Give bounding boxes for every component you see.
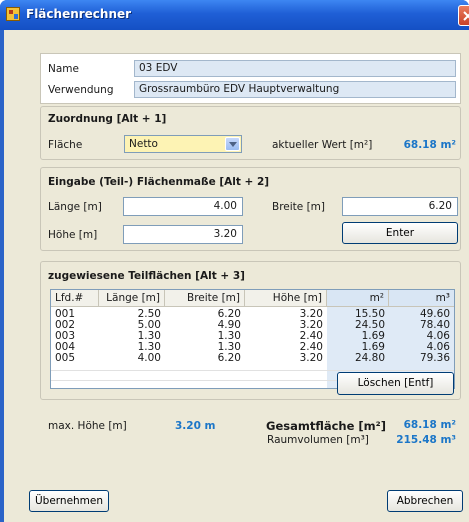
delete-button[interactable]: Löschen [Entf] — [337, 372, 454, 395]
volume-value: 215.48 m³ — [396, 434, 456, 446]
table-row[interactable]: 002 5.00 4.90 3.20 24.50 78.40 — [51, 320, 454, 331]
input-heading: Eingabe (Teil-) Flächenmaße [Alt + 2] — [48, 176, 270, 188]
width-label: Breite [m] — [272, 201, 326, 213]
row-area-cell: 24.80 — [354, 352, 385, 364]
grid-line — [51, 370, 454, 371]
row-height-cell: 3.20 — [299, 352, 323, 364]
row-width-cell: 6.20 — [217, 352, 241, 364]
calculator-app-icon — [6, 7, 20, 21]
total-area-value: 68.18 m² — [403, 419, 456, 431]
table-row[interactable]: 001 2.50 6.20 3.20 15.50 49.60 — [51, 309, 454, 320]
row-volume-cell: 79.36 — [419, 352, 450, 364]
cancel-button[interactable]: Abbrechen — [387, 490, 463, 512]
app-window: Flächenrechner Name 03 EDV Verwendung Gr… — [0, 0, 469, 522]
height-label: Höhe [m] — [48, 229, 98, 241]
row-index-cell: 005 — [55, 352, 76, 364]
close-icon — [463, 11, 469, 21]
name-label: Name — [48, 63, 79, 75]
current-value-label: aktueller Wert [m²] — [272, 139, 373, 151]
table-row[interactable]: 005 4.00 6.20 3.20 24.80 79.36 — [51, 353, 454, 364]
col-header-height[interactable]: Höhe [m] — [245, 290, 327, 307]
enter-button[interactable]: Enter — [342, 222, 458, 244]
area-type-value: Netto — [129, 138, 158, 150]
use-field: Grossraumbüro EDV Hauptverwaltung — [134, 81, 456, 98]
subareas-heading: zugewiesene Teilflächen [Alt + 3] — [48, 270, 245, 282]
length-input[interactable]: 4.00 — [123, 197, 243, 216]
dropdown-button[interactable] — [225, 137, 240, 151]
max-height-value: 3.20 m — [175, 420, 216, 432]
col-header-length[interactable]: Länge [m] — [99, 290, 165, 307]
row-length-cell: 4.00 — [137, 352, 161, 364]
width-input[interactable]: 6.20 — [342, 197, 458, 216]
table-row[interactable]: 004 1.30 1.30 2.40 1.69 4.06 — [51, 342, 454, 353]
window-title: Flächenrechner — [26, 7, 132, 21]
assignment-heading: Zuordnung [Alt + 1] — [48, 113, 167, 125]
apply-button[interactable]: Übernehmen — [29, 490, 109, 512]
volume-label: Raumvolumen [m³] — [267, 434, 369, 446]
col-header-index[interactable]: Lfd.# — [51, 290, 99, 307]
close-window-button[interactable] — [458, 5, 469, 26]
title-bar[interactable]: Flächenrechner — [0, 0, 469, 30]
length-label: Länge [m] — [48, 201, 102, 213]
use-label: Verwendung — [48, 84, 114, 96]
area-label: Fläche — [48, 139, 83, 151]
table-row[interactable]: 003 1.30 1.30 2.40 1.69 4.06 — [51, 331, 454, 342]
area-type-select[interactable]: Netto — [124, 135, 242, 153]
current-value: 68.18 m² — [403, 139, 456, 151]
col-header-m3[interactable]: m³ — [389, 290, 454, 307]
col-header-width[interactable]: Breite [m] — [165, 290, 245, 307]
max-height-label: max. Höhe [m] — [48, 420, 127, 432]
name-field: 03 EDV — [134, 60, 456, 77]
height-input[interactable]: 3.20 — [123, 225, 243, 244]
col-header-m2[interactable]: m² — [327, 290, 389, 307]
chevron-down-icon — [229, 142, 237, 147]
